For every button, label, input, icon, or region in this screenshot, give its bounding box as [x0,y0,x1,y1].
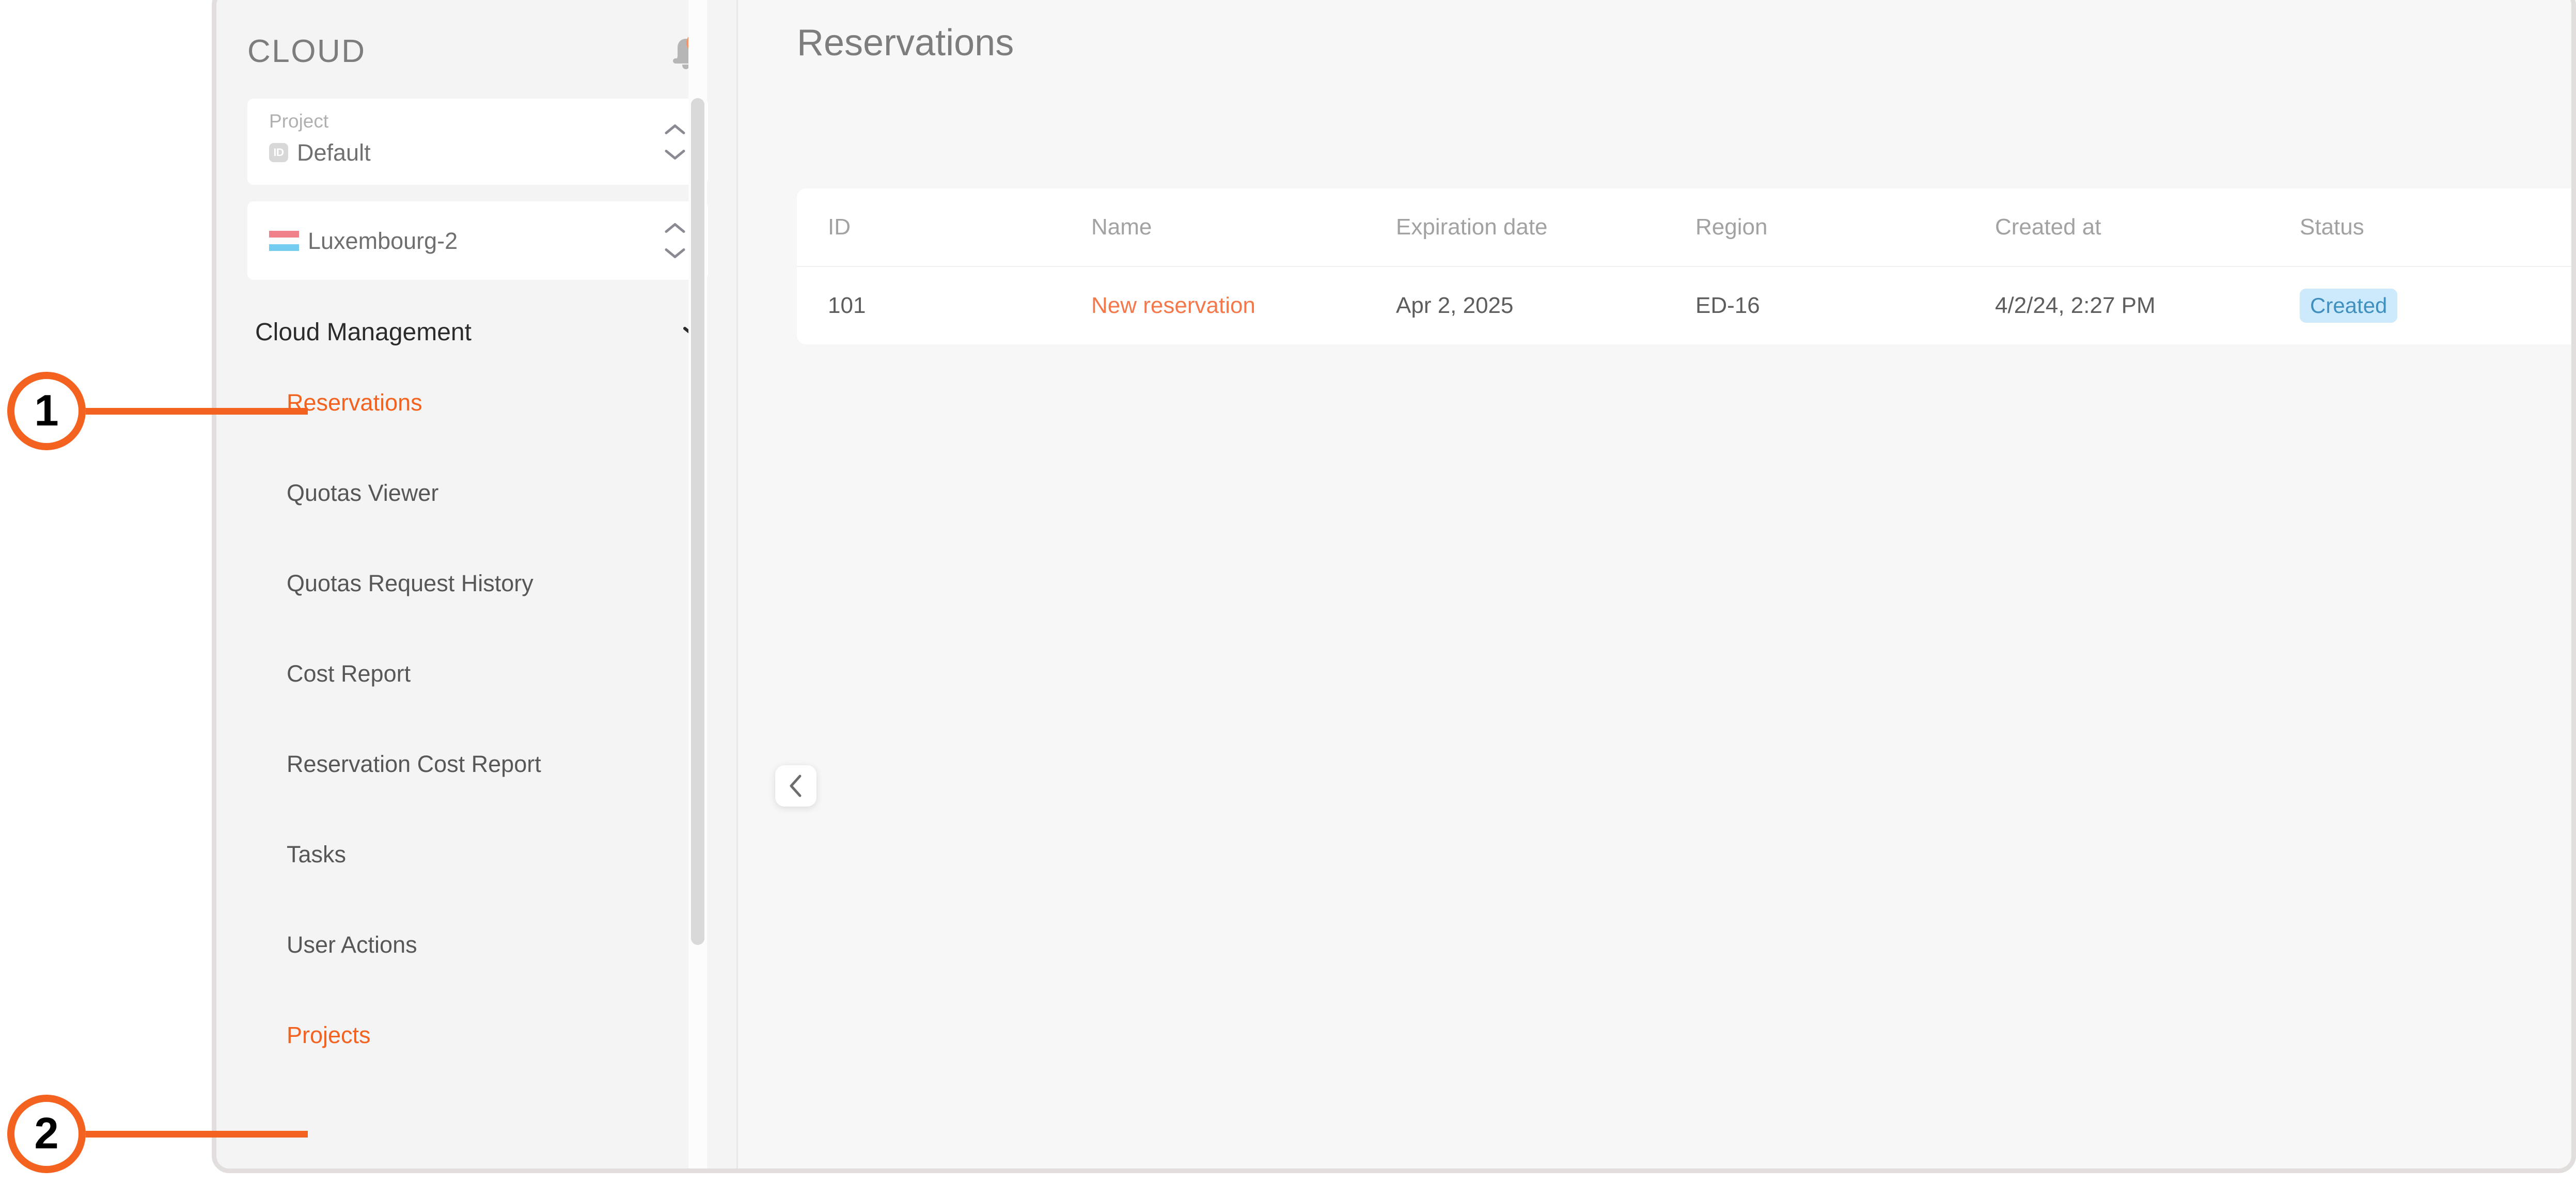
cell-expiration-date: Apr 2, 2025 [1396,293,1514,318]
sidebar-item-label: User Actions [287,931,417,958]
sidebar-item-reservation-cost-report[interactable]: Reservation Cost Report [216,719,738,809]
sidebar-item-quotas-request-history[interactable]: Quotas Request History [216,538,738,628]
callout-number: 2 [7,1095,86,1173]
column-header-status: Status [2300,214,2364,240]
column-header-region: Region [1695,214,1768,240]
column-header-expiration-date: Expiration date [1396,214,1548,240]
chevron-left-icon [790,775,802,797]
callout-number: 1 [7,372,86,450]
main-content: Reservations ID Name Expiration date Reg… [738,0,2571,1169]
sidebar-item-label: Reservation Cost Report [287,751,541,777]
cell-status: Created [2300,289,2506,323]
luxembourg-flag-icon [269,230,299,251]
sidebar-item-quotas-viewer[interactable]: Quotas Viewer [216,448,738,538]
sidebar-scrollbar[interactable] [688,0,707,1169]
cell-name: New reservation [1091,294,1396,317]
page-title: Reservations [797,22,1014,64]
callout-2: 2 [7,1095,308,1173]
id-badge-icon: ID [269,143,288,162]
callout-leader-line [86,407,308,415]
region-selector-value-row: Luxembourg-2 [269,229,458,252]
table-header-row: ID Name Expiration date Region Created a… [797,188,2571,266]
cell-created-at: 4/2/24, 2:27 PM [1995,293,2156,318]
table-row[interactable]: 101 New reservation Apr 2, 2025 ED-16 4/… [797,266,2571,344]
column-header-id: ID [828,214,851,240]
nav-group-cloud-management[interactable]: Cloud Management [216,308,738,357]
app-window: CLOUD Project ID Default Luxembourg-2 Cl… [212,0,2576,1173]
sidebar-scrollbar-thumb[interactable] [691,98,704,945]
cell-id: 101 [828,293,866,318]
project-selector[interactable]: Project ID Default [247,99,708,185]
status-badge: Created [2300,289,2398,323]
sidebar-header: CLOUD [216,0,738,72]
sidebar-item-label: Tasks [287,841,347,867]
sidebar-item-user-actions[interactable]: User Actions [216,899,738,990]
column-header-created-at: Created at [1995,214,2101,240]
sidebar-item-label: Quotas Viewer [287,480,439,506]
chevron-up-icon[interactable] [665,223,685,234]
chevron-down-icon[interactable] [665,149,685,160]
sidebar-collapse-button[interactable] [775,765,816,807]
callout-leader-line [86,1130,308,1138]
project-selector-label: Project [269,110,329,132]
brand-title: CLOUD [247,34,366,69]
region-selector-value: Luxembourg-2 [308,227,458,254]
sidebar: CLOUD Project ID Default Luxembourg-2 Cl… [216,0,738,1169]
project-selector-value-row: ID Default [269,141,708,164]
cell-region: ED-16 [1695,293,1760,318]
sidebar-item-label: Quotas Request History [287,570,533,596]
reservation-name-link[interactable]: New reservation [1091,293,1255,318]
sidebar-item-label: Projects [287,1022,371,1048]
region-stepper[interactable] [665,223,685,259]
nav-group-label: Cloud Management [255,319,472,346]
sidebar-item-cost-report[interactable]: Cost Report [216,628,738,719]
chevron-up-icon[interactable] [665,123,685,135]
callout-1: 1 [7,372,308,450]
sidebar-item-tasks[interactable]: Tasks [216,809,738,899]
sidebar-item-label: Cost Report [287,660,411,687]
region-selector[interactable]: Luxembourg-2 [247,201,708,280]
chevron-down-icon[interactable] [665,248,685,259]
sidebar-item-projects[interactable]: Projects [216,990,738,1080]
reservations-table: ID Name Expiration date Region Created a… [797,188,2571,344]
project-selector-value: Default [297,139,371,166]
sidebar-scroll-region: CLOUD Project ID Default Luxembourg-2 Cl… [216,0,738,1169]
project-stepper[interactable] [665,123,685,160]
column-header-name: Name [1091,214,1152,240]
